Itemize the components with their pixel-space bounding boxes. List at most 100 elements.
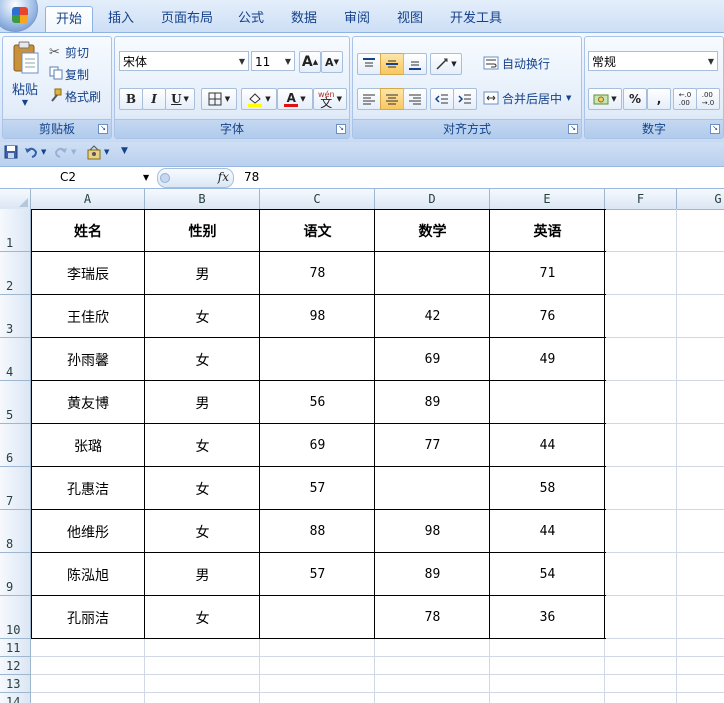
customize-toolbar-icon[interactable]: ▼ (121, 146, 128, 164)
name-box[interactable]: C2 (0, 168, 153, 187)
paste-button[interactable]: 粘贴 ▼ (7, 41, 43, 111)
row-header-4[interactable]: 4 (0, 338, 31, 381)
table-cell[interactable]: 56 (260, 381, 375, 424)
chevron-down-icon[interactable]: ▼ (71, 148, 76, 166)
resize-handle-icon[interactable] (160, 173, 170, 183)
merge-center-button[interactable]: 合并后居中 ▼ (483, 88, 571, 108)
row-header-3[interactable]: 3 (0, 295, 31, 338)
table-cell[interactable]: 张璐 (31, 424, 145, 467)
table-cell[interactable]: 36 (490, 596, 605, 639)
table-cell[interactable]: 69 (260, 424, 375, 467)
insert-function-button[interactable]: fx (157, 168, 234, 188)
table-cell[interactable] (375, 467, 490, 510)
table-header-cell[interactable]: 数学 (375, 209, 490, 252)
shrink-font-button[interactable]: A ▼ (321, 51, 343, 73)
column-header-b[interactable]: B (145, 189, 260, 209)
table-cell[interactable]: 42 (375, 295, 490, 338)
table-cell[interactable]: 98 (260, 295, 375, 338)
row-header-6[interactable]: 6 (0, 424, 31, 467)
table-cell[interactable]: 女 (145, 338, 260, 381)
row-header-8[interactable]: 8 (0, 510, 31, 553)
select-all-corner[interactable] (0, 189, 31, 209)
tab-page-layout[interactable]: 页面布局 (152, 7, 222, 31)
table-cell[interactable]: 98 (375, 510, 490, 553)
row-header-13[interactable]: 13 (0, 675, 31, 693)
chevron-down-icon[interactable]: ▼ (143, 168, 149, 187)
increase-indent-button[interactable] (453, 88, 477, 110)
table-cell[interactable]: 89 (375, 381, 490, 424)
table-cell[interactable]: 女 (145, 467, 260, 510)
row-header-1[interactable]: 1 (0, 209, 31, 252)
table-cell[interactable]: 44 (490, 510, 605, 553)
column-header-f[interactable]: F (605, 189, 677, 209)
orientation-button[interactable]: ▼ (430, 53, 462, 75)
table-cell[interactable]: 78 (375, 596, 490, 639)
table-cell[interactable]: 他维彤 (31, 510, 145, 553)
tab-home[interactable]: 开始 (45, 6, 93, 33)
row-header-5[interactable]: 5 (0, 381, 31, 424)
dialog-launcher-icon[interactable]: ↘ (710, 124, 720, 134)
table-cell[interactable] (260, 596, 375, 639)
align-top-button[interactable] (357, 53, 381, 75)
table-cell[interactable]: 78 (260, 252, 375, 295)
column-header-g[interactable]: G (677, 189, 724, 209)
chevron-down-icon[interactable]: ▼ (41, 148, 46, 166)
column-header-e[interactable]: E (490, 189, 605, 209)
wrap-text-button[interactable]: 自动换行 (483, 53, 550, 73)
fill-color-button[interactable]: ▼ (241, 88, 277, 110)
tab-insert[interactable]: 插入 (98, 7, 144, 31)
row-header-9[interactable]: 9 (0, 553, 31, 596)
table-cell[interactable]: 男 (145, 252, 260, 295)
font-size-select[interactable]: 11 ▼ (251, 51, 295, 71)
table-cell[interactable]: 王佳欣 (31, 295, 145, 338)
tab-formulas[interactable]: 公式 (228, 7, 274, 31)
quick-tool-button[interactable] (86, 145, 104, 163)
table-cell[interactable]: 44 (490, 424, 605, 467)
table-cell[interactable]: 57 (260, 467, 375, 510)
table-header-cell[interactable]: 姓名 (31, 209, 145, 252)
save-button[interactable] (4, 145, 18, 163)
formula-input[interactable]: 78 (244, 168, 259, 187)
tab-developer[interactable]: 开发工具 (441, 7, 511, 31)
table-cell[interactable]: 男 (145, 553, 260, 596)
table-cell[interactable]: 76 (490, 295, 605, 338)
redo-button[interactable] (54, 145, 68, 163)
table-cell[interactable]: 孙雨馨 (31, 338, 145, 381)
spreadsheet-grid[interactable]: ABCDEFG 1 2 3 4 5 6 7 8 9 10 11 12 13 14 姓名 性别 语文 数学 英语 李瑞辰… (0, 189, 724, 703)
table-cell[interactable]: 黄友博 (31, 381, 145, 424)
table-cell[interactable]: 69 (375, 338, 490, 381)
row-header-10[interactable]: 10 (0, 596, 31, 639)
align-center-button[interactable] (380, 88, 404, 110)
align-middle-button[interactable] (380, 53, 404, 75)
accounting-format-button[interactable]: ▼ (588, 88, 622, 110)
borders-button[interactable]: ▼ (201, 88, 237, 110)
align-right-button[interactable] (403, 88, 427, 110)
italic-button[interactable]: I (142, 88, 166, 110)
table-cell[interactable]: 57 (260, 553, 375, 596)
column-header-d[interactable]: D (375, 189, 490, 209)
dialog-launcher-icon[interactable]: ↘ (568, 124, 578, 134)
table-cell[interactable]: 71 (490, 252, 605, 295)
increase-decimal-button[interactable]: ←.0 .00 (673, 88, 697, 110)
bold-button[interactable]: B (119, 88, 143, 110)
number-format-select[interactable]: 常规 ▼ (588, 51, 718, 71)
decrease-decimal-button[interactable]: .00 →.0 (696, 88, 720, 110)
font-color-button[interactable]: A ▼ (277, 88, 313, 110)
table-cell[interactable]: 77 (375, 424, 490, 467)
grow-font-button[interactable]: A ▲ (299, 51, 321, 73)
table-cell[interactable]: 女 (145, 424, 260, 467)
table-cell[interactable] (375, 252, 490, 295)
underline-button[interactable]: U ▼ (165, 88, 195, 110)
copy-button[interactable]: 复制 (49, 65, 89, 83)
table-cell[interactable] (490, 381, 605, 424)
table-cell[interactable]: 孔丽洁 (31, 596, 145, 639)
tab-view[interactable]: 视图 (387, 7, 433, 31)
tab-data[interactable]: 数据 (281, 7, 327, 31)
table-header-cell[interactable]: 语文 (260, 209, 375, 252)
table-cell[interactable]: 89 (375, 553, 490, 596)
dialog-launcher-icon[interactable]: ↘ (336, 124, 346, 134)
dialog-launcher-icon[interactable]: ↘ (98, 124, 108, 134)
table-cell[interactable]: 女 (145, 510, 260, 553)
table-cell[interactable]: 58 (490, 467, 605, 510)
undo-button[interactable] (24, 145, 38, 163)
